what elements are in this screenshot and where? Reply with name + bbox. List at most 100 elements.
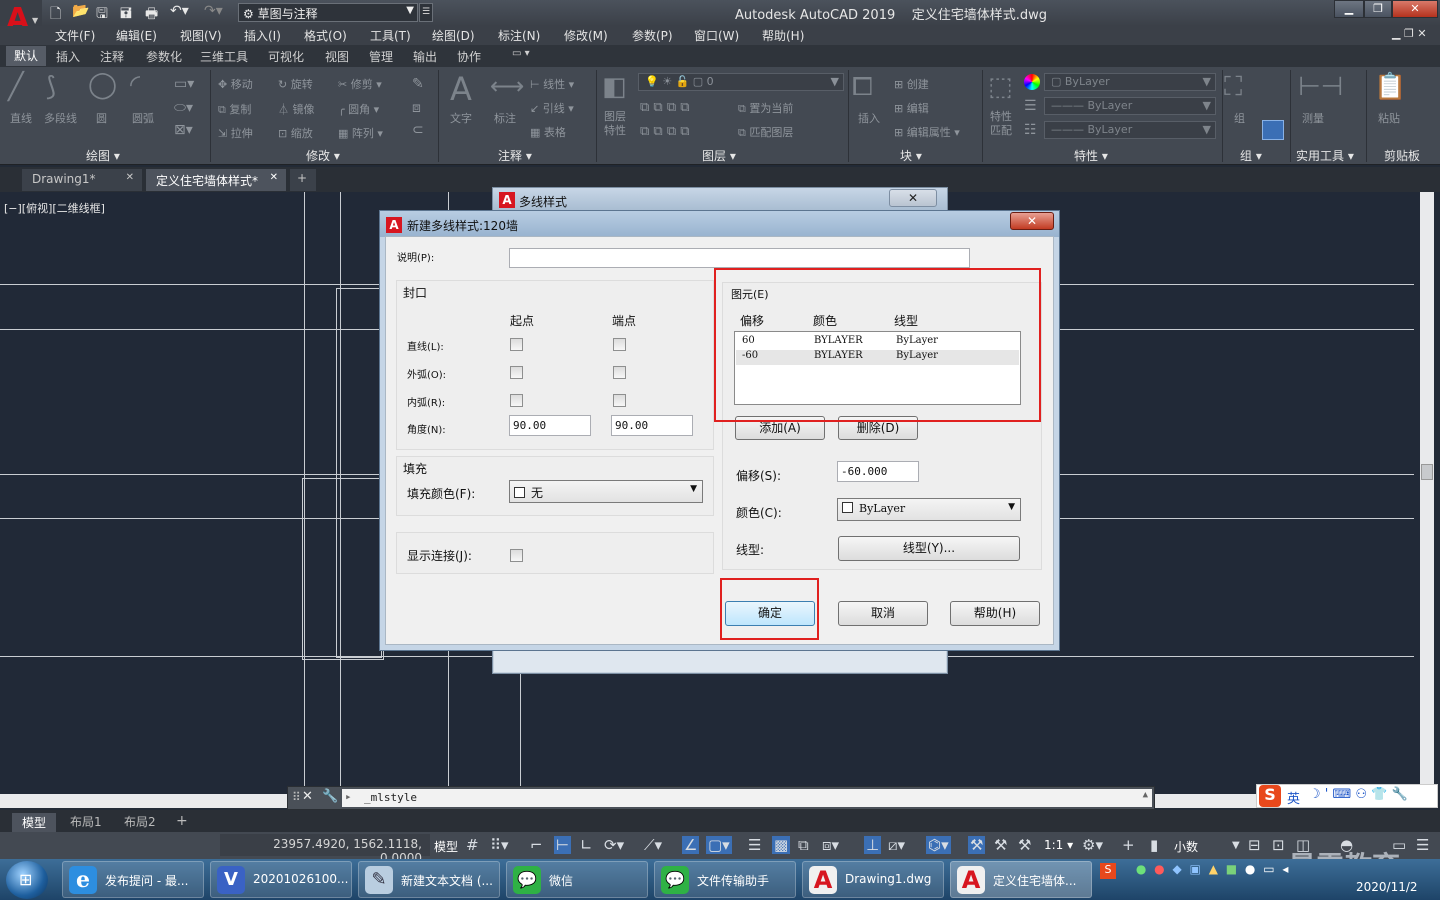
line-icon[interactable]: ╱ <box>8 72 24 102</box>
new-icon[interactable]: 🗋 <box>50 3 61 27</box>
plus-icon[interactable]: + <box>1122 836 1135 854</box>
measure-icon[interactable]: ⊢⊣ <box>1298 72 1343 102</box>
taskbar-item-current-dwg[interactable]: A 定义住宅墙体... <box>950 861 1092 898</box>
ortho-icon[interactable]: ∟ <box>580 836 593 854</box>
wechat-tray-icon[interactable]: ● <box>1136 862 1146 876</box>
grid-icon[interactable]: # <box>466 836 479 854</box>
help-button[interactable]: 帮助(H) <box>950 601 1040 626</box>
doc-tab-current[interactable]: 定义住宅墙体样式* ✕ <box>146 169 286 191</box>
save-as-icon[interactable]: 🖬 <box>120 3 132 27</box>
taskbar-item-notepad[interactable]: ✎ 新建文本文档 (... <box>358 861 500 898</box>
save-icon[interactable]: 🖫 <box>96 3 108 27</box>
panel-utilities-title[interactable]: 实用工具 ▾ <box>1296 147 1354 164</box>
color-select[interactable]: ▢ ByLayer ▼ <box>1044 73 1216 91</box>
layer-select[interactable]: 💡 ☀ 🔓 ▢ 0 ▼ <box>638 73 844 91</box>
tab-default[interactable]: 默认 <box>6 46 47 66</box>
annotation-scale-icon[interactable]: ⚒ <box>1018 836 1031 854</box>
panel-properties-title[interactable]: 特性 ▾ <box>1074 147 1108 164</box>
tab-3d-tools[interactable]: 三维工具 <box>200 48 248 65</box>
panel-block-title[interactable]: 块 ▾ <box>900 147 922 164</box>
chevron-down-icon[interactable]: ▼ <box>1232 840 1240 851</box>
move-button[interactable]: ✥ 移动 <box>218 76 253 92</box>
menu-view[interactable]: 视图(V) <box>180 27 222 44</box>
nvidia-tray-icon[interactable]: ■ <box>1226 862 1237 876</box>
infer-icon[interactable]: ⌐ <box>530 836 543 854</box>
open-icon[interactable]: 📂 <box>72 3 89 19</box>
taskbar-item-drawing1[interactable]: A Drawing1.dwg <box>802 861 944 898</box>
color-wheel-icon[interactable] <box>1024 74 1040 90</box>
menu-window[interactable]: 窗口(W) <box>694 27 739 44</box>
match-layer-button[interactable]: ⧉ 匹配图层 <box>738 124 793 140</box>
cap-outer-end-checkbox[interactable] <box>613 366 626 379</box>
redo-icon[interactable]: ↷▾ <box>204 3 223 19</box>
cap-inner-end-checkbox[interactable] <box>613 394 626 407</box>
doc-tab-drawing1[interactable]: Drawing1* ✕ <box>22 169 142 191</box>
circle-icon[interactable]: ◯ <box>88 70 117 100</box>
tab-parametric[interactable]: 参数化 <box>146 48 182 65</box>
paste-button[interactable]: 粘贴 <box>1378 110 1400 126</box>
dimension-button[interactable]: 标注 <box>494 110 516 126</box>
hatch-icon[interactable]: ⬭▾ <box>174 100 193 116</box>
vertical-scrollbar[interactable] <box>1420 192 1434 794</box>
qat-dropdown[interactable]: ☰ <box>419 3 433 22</box>
polyline-icon[interactable]: ⟆ <box>46 72 56 102</box>
cap-inner-start-checkbox[interactable] <box>510 394 523 407</box>
taskbar-clock[interactable]: 2020/11/2 <box>1356 880 1418 894</box>
text-icon[interactable]: A <box>450 70 472 108</box>
linear-button[interactable]: ⊢ 线性 ▾ <box>530 76 574 92</box>
close-icon[interactable]: ✕ <box>126 172 134 183</box>
wrench-icon[interactable]: 🔧 <box>322 789 338 804</box>
transparency-icon[interactable]: ▩ <box>772 836 791 854</box>
tab-manage[interactable]: 管理 <box>369 48 393 65</box>
lineweight-select[interactable]: ——— ByLayer ▼ <box>1044 121 1216 139</box>
leader-button[interactable]: ↙ 引线 ▾ <box>530 100 574 116</box>
offset-icon[interactable]: ⊂ <box>412 122 424 138</box>
sogou-tray-icon[interactable]: S <box>1100 863 1116 879</box>
menu-modify[interactable]: 修改(M) <box>564 27 608 44</box>
lineweight-icon[interactable]: ☰ <box>748 836 761 854</box>
auto-scale-icon[interactable]: ⚒ <box>994 836 1007 854</box>
linetype-button[interactable]: 线型(Y)... <box>838 536 1020 561</box>
annotation-scale[interactable]: 1:1 ▾ <box>1044 838 1073 852</box>
dynamic-ucs-icon[interactable]: ⊥ <box>864 836 882 854</box>
edit-block-button[interactable]: ⊞ 编辑 <box>894 100 929 116</box>
add-layout-button[interactable]: + <box>176 813 188 829</box>
tab-layout1[interactable]: 布局1 <box>70 813 102 830</box>
security-tray-icon[interactable]: ◆ <box>1172 862 1181 876</box>
chevron-up-icon[interactable]: ▲ <box>1143 790 1148 800</box>
viewport-controls[interactable]: [−][俯视][二维线框] <box>4 200 105 216</box>
taskbar-item-file-transfer[interactable]: 💬 文件传输助手 <box>654 861 796 898</box>
panel-annotate-title[interactable]: 注释 ▾ <box>498 147 532 164</box>
object-snap-icon[interactable]: ▢▾ <box>706 836 732 854</box>
close-icon[interactable]: ✕ <box>302 789 313 804</box>
workspace-select[interactable]: ⚙ 草图与注释 ▼ <box>238 3 418 22</box>
menu-file[interactable]: 文件(F) <box>55 27 95 44</box>
close-button[interactable]: ✕ <box>889 189 937 207</box>
gizmo-icon[interactable]: ⧄▾ <box>888 836 905 854</box>
qq-tray-icon[interactable]: ● <box>1245 862 1255 876</box>
panel-groups-title[interactable]: 组 ▾ <box>1240 147 1262 164</box>
maximize-button[interactable]: ❐ <box>1364 0 1392 18</box>
cap-end-angle-input[interactable]: 90.00 <box>611 415 693 436</box>
close-icon[interactable]: ✕ <box>270 172 278 183</box>
offset-input[interactable]: -60.000 <box>837 461 919 482</box>
group-icon[interactable]: ⛶ <box>1224 72 1242 103</box>
layer-properties-button[interactable]: 图层特性 <box>604 110 630 138</box>
tab-model[interactable]: 模型 <box>12 813 57 832</box>
element-color-select[interactable]: ByLayer ▼ <box>837 498 1021 521</box>
panel-layers-title[interactable]: 图层 ▾ <box>702 147 736 164</box>
layer-tools-icon[interactable]: ⧉ ⧉ ⧉ ⧉ <box>640 100 690 115</box>
menu-draw[interactable]: 绘图(D) <box>432 27 475 44</box>
taskbar-item-wps[interactable]: V 20201026100... <box>210 861 352 898</box>
linetype-select[interactable]: ——— ByLayer ▼ <box>1044 97 1216 115</box>
panel-draw-title[interactable]: 绘图 ▾ <box>86 147 120 164</box>
measure-button[interactable]: 测量 <box>1302 110 1324 126</box>
copy-button[interactable]: ⧉ 复制 <box>218 101 251 117</box>
selection-cycling-icon[interactable]: ⧉ <box>798 836 809 854</box>
explode-icon[interactable]: ⧈ <box>412 100 421 116</box>
dimension-icon[interactable]: ⟷ <box>490 72 524 100</box>
polyline-button[interactable]: 多段线 <box>44 110 77 126</box>
minimize-button[interactable]: ▁ <box>1334 0 1364 18</box>
coordinates[interactable]: 23957.4920, 1562.1118, 0.0000 <box>220 834 430 865</box>
scale-button[interactable]: ⊡ 缩放 <box>278 125 313 141</box>
